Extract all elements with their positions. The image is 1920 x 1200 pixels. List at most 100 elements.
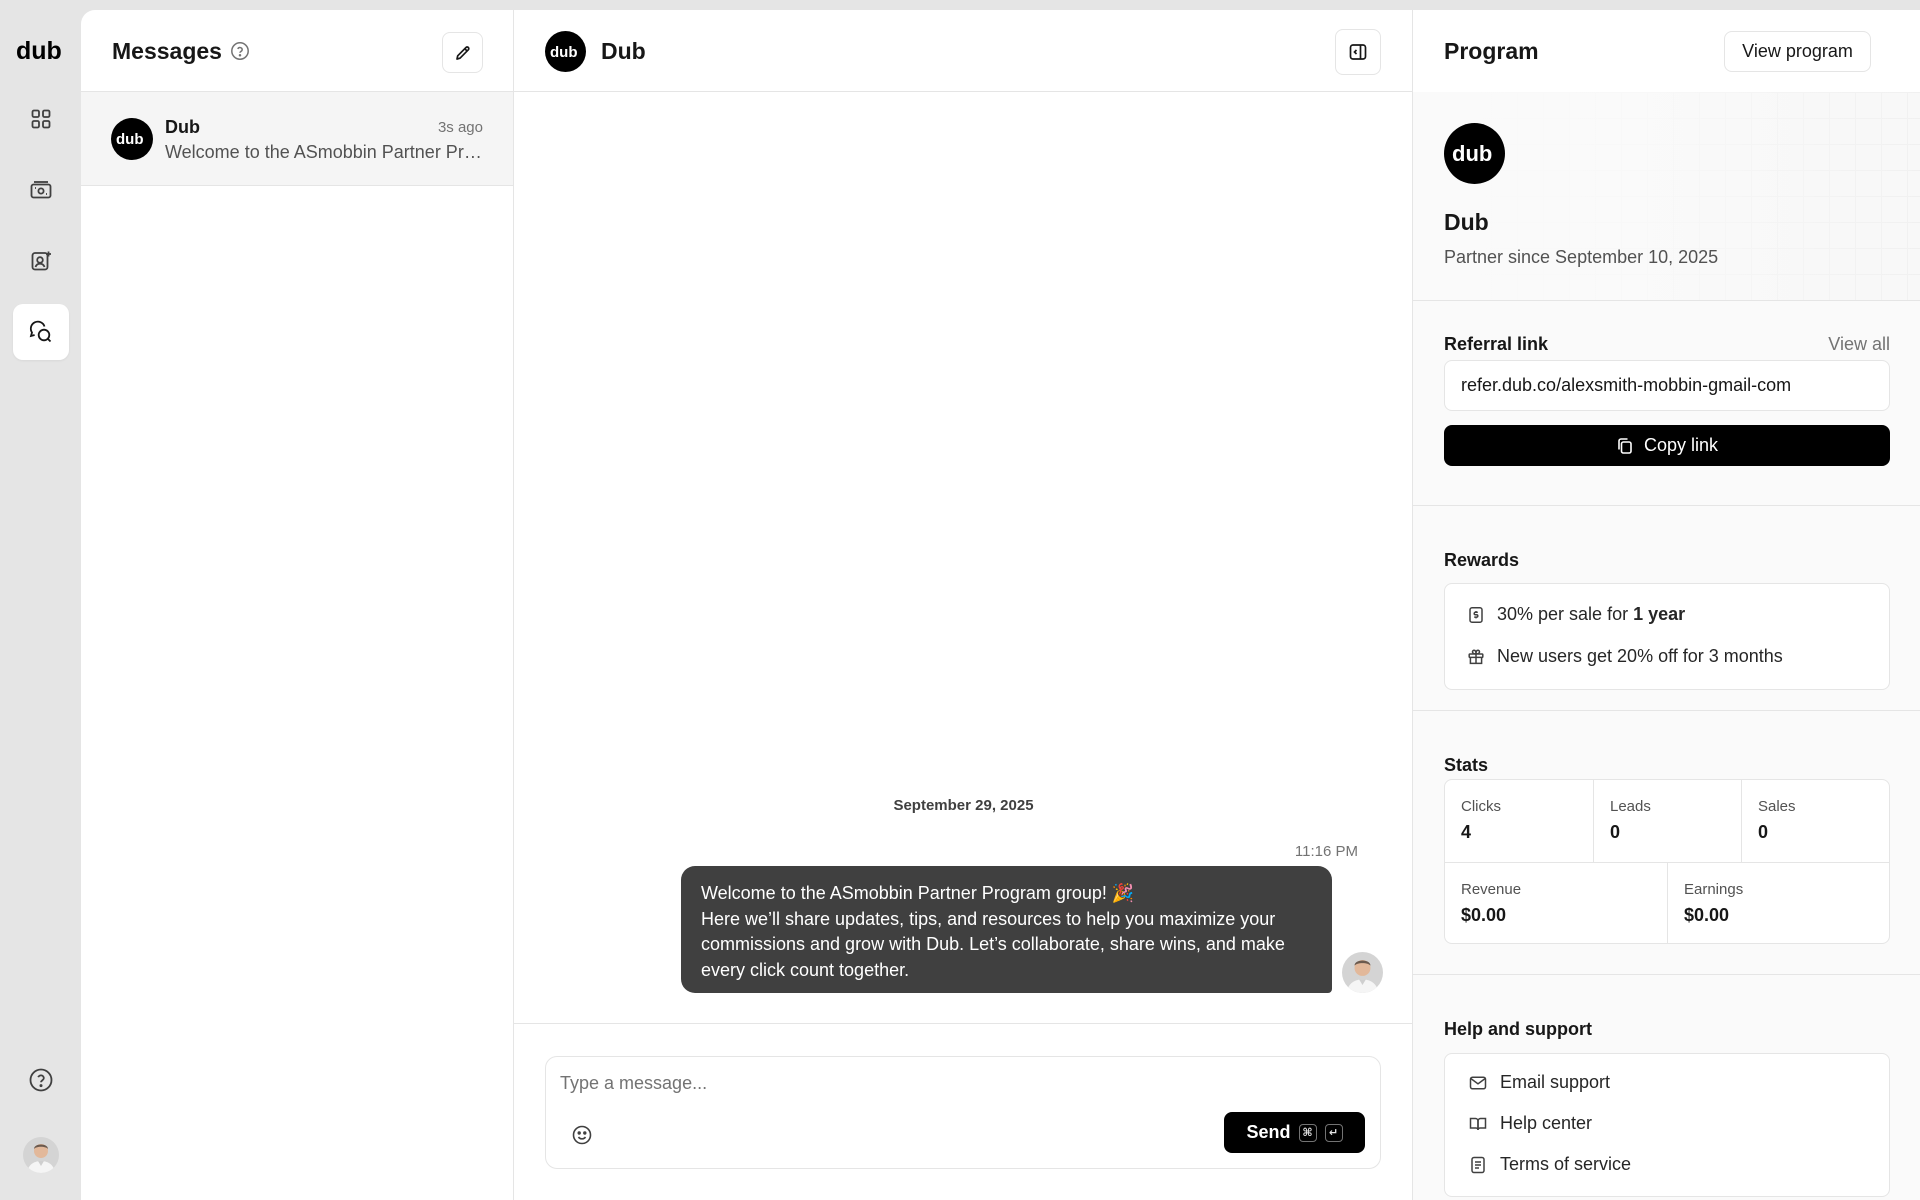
- stat-value: 0: [1758, 822, 1769, 842]
- referral-link-field[interactable]: refer.dub.co/alexsmith-mobbin-gmail-com: [1444, 360, 1890, 411]
- reward-discount-text: New users get 20% off for 3 months: [1497, 646, 1783, 666]
- dub-logo-icon: dub: [116, 131, 144, 147]
- email-support-label: Email support: [1500, 1072, 1611, 1092]
- rewards-title: Rewards: [1444, 550, 1520, 570]
- stat-leads: Leads 0: [1594, 780, 1742, 863]
- view-program-button[interactable]: View program: [1724, 31, 1871, 72]
- sidebar-toggle-icon: [1349, 44, 1367, 60]
- program-panel: Program View program dub Dub Partner sin…: [1413, 10, 1920, 1200]
- rail-partners-button[interactable]: [13, 233, 69, 289]
- date-separator: September 29, 2025: [893, 797, 1034, 814]
- cmd-key-hint: ⌘: [1298, 1123, 1317, 1142]
- stats-grid: Clicks 4 Leads 0 Sales 0 Revenue $0.00 E…: [1444, 779, 1890, 944]
- stat-value: $0.00: [1684, 905, 1730, 925]
- stat-clicks: Clicks 4: [1445, 780, 1594, 863]
- grid-icon: [31, 109, 51, 129]
- toggle-panel-button[interactable]: [1335, 29, 1381, 75]
- help-center-label: Help center: [1500, 1113, 1593, 1133]
- svg-text:dub: dub: [16, 40, 62, 64]
- rail-payouts-button[interactable]: [13, 162, 69, 218]
- conversation-name: Dub: [165, 117, 200, 137]
- message-line-2: Here we’ll share updates, tips, and reso…: [701, 908, 1285, 980]
- referral-link-text: refer.dub.co/alexsmith-mobbin-gmail-com: [1461, 375, 1792, 395]
- cash-icon: [30, 181, 52, 199]
- rail-help-button[interactable]: [13, 1052, 69, 1108]
- reward-sale-text: 30% per sale for: [1497, 604, 1634, 624]
- help-circle-icon: [29, 1068, 53, 1092]
- conversation-item[interactable]: dub Dub 3s ago Welcome to the ASmobbin P…: [81, 92, 513, 186]
- help-card: Email support Help center Terms of servi…: [1444, 1053, 1890, 1197]
- view-all-link[interactable]: View all: [1828, 334, 1890, 355]
- conversation-time: 3s ago: [437, 119, 483, 136]
- help-section: Help and support Email support Help cent…: [1413, 975, 1920, 1200]
- messages-list-panel: Messages dub Dub 3s ago Welcome to the A…: [81, 10, 514, 1200]
- referral-title: Referral link: [1444, 334, 1549, 354]
- message-line-1: Welcome to the ASmobbin Partner Program …: [701, 883, 1135, 903]
- program-name: Dub: [1444, 209, 1489, 235]
- emoji-icon[interactable]: [570, 1123, 594, 1147]
- rewards-section: Rewards 30% per sale for 1 year New user…: [1413, 506, 1920, 711]
- stat-value: 4: [1461, 822, 1472, 842]
- svg-text:dub: dub: [116, 131, 144, 147]
- rewards-card: 30% per sale for 1 year New users get 20…: [1444, 583, 1890, 690]
- message-input[interactable]: [560, 1069, 1360, 1097]
- copy-icon: [1618, 437, 1632, 454]
- chat-panel: dub Dub September 29, 2025 11:16 PM Welc…: [514, 10, 1413, 1200]
- app-rail: dub: [0, 0, 81, 1200]
- terms-of-service-link[interactable]: Terms of service: [1468, 1154, 1631, 1175]
- message-composer: Send ⌘ ↵: [545, 1056, 1381, 1169]
- receipt-dollar-icon: [1469, 606, 1483, 623]
- chat-header: dub Dub: [514, 10, 1413, 92]
- rail-dashboard-button[interactable]: [13, 91, 69, 147]
- conversation-preview: Welcome to the ASmobbin Partner Program …: [165, 142, 485, 162]
- reward-sale-row: 30% per sale for 1 year: [1467, 604, 1685, 625]
- stat-value: 0: [1610, 822, 1621, 842]
- program-hero: dub Dub Partner since September 10, 2025: [1413, 92, 1920, 301]
- help-circle-icon[interactable]: [230, 41, 250, 61]
- message-sender-avatar: [1342, 952, 1383, 993]
- mail-icon: [1469, 1075, 1487, 1090]
- user-photo-icon: [1342, 952, 1383, 993]
- stat-label: Sales: [1758, 798, 1796, 815]
- send-label: Send: [1246, 1122, 1291, 1142]
- help-center-link[interactable]: Help center: [1468, 1113, 1592, 1134]
- conversation-avatar: dub: [111, 118, 153, 160]
- partner-since: Partner since September 10, 2025: [1444, 247, 1719, 267]
- stat-label: Revenue: [1461, 881, 1522, 898]
- svg-text:dub: dub: [1452, 143, 1492, 165]
- message-time: 11:16 PM: [1294, 843, 1358, 860]
- stat-label: Leads: [1610, 798, 1651, 815]
- copy-link-button[interactable]: Copy link: [1444, 425, 1890, 466]
- program-title: Program: [1444, 38, 1539, 64]
- gift-icon: [1468, 648, 1484, 664]
- stat-label: Earnings: [1684, 881, 1744, 898]
- svg-text:dub: dub: [550, 44, 578, 60]
- reward-discount-row: New users get 20% off for 3 months: [1467, 646, 1783, 667]
- user-avatar[interactable]: [23, 1137, 59, 1173]
- email-support-link[interactable]: Email support: [1468, 1072, 1610, 1093]
- help-title: Help and support: [1444, 1019, 1592, 1039]
- enter-key-hint: ↵: [1324, 1123, 1343, 1142]
- stats-section: Stats Clicks 4 Leads 0 Sales 0 Revenue $…: [1413, 711, 1920, 975]
- send-button[interactable]: Send ⌘ ↵: [1224, 1112, 1365, 1153]
- terms-of-service-label: Terms of service: [1500, 1154, 1632, 1174]
- messages-title: Messages: [112, 38, 222, 64]
- dub-logo-icon: dub: [1452, 143, 1492, 165]
- messages-list-header: Messages: [81, 10, 514, 92]
- chat-title: Dub: [601, 38, 646, 64]
- user-add-icon: [31, 251, 51, 271]
- stat-label: Clicks: [1461, 798, 1501, 815]
- composer-area: Send ⌘ ↵: [514, 1023, 1413, 1200]
- stats-title: Stats: [1444, 755, 1489, 775]
- rail-messages-button[interactable]: [13, 304, 69, 360]
- main-surface: Messages dub Dub 3s ago Welcome to the A…: [81, 10, 1920, 1200]
- program-logo: dub: [1444, 123, 1505, 184]
- messages-icon: [29, 320, 52, 343]
- message-bubble: Welcome to the ASmobbin Partner Program …: [681, 866, 1332, 993]
- stat-revenue: Revenue $0.00: [1445, 863, 1668, 943]
- new-message-button[interactable]: [442, 32, 483, 73]
- user-photo-icon: [23, 1137, 59, 1173]
- dub-logo[interactable]: dub: [16, 40, 66, 64]
- pencil-icon: [455, 45, 470, 60]
- dub-logo-icon: dub: [550, 44, 578, 60]
